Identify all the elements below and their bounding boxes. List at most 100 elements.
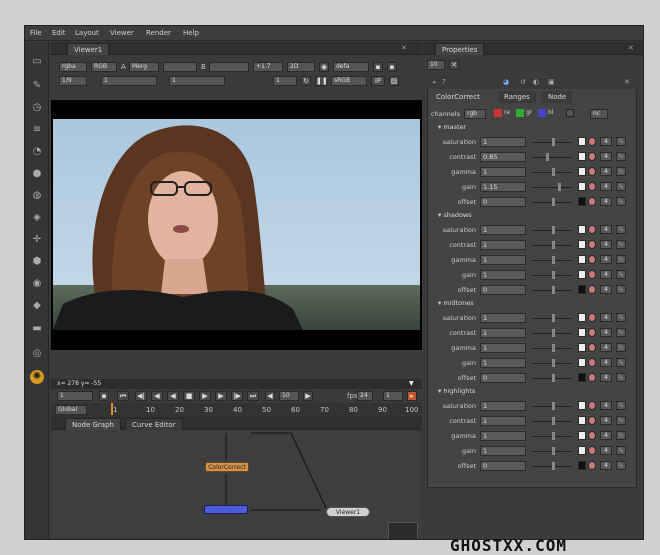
knob-value-field[interactable]: 1	[480, 446, 526, 456]
slider-handle[interactable]	[552, 241, 555, 249]
channel-split-button[interactable]: 4	[600, 225, 612, 234]
color-picker-icon[interactable]	[588, 167, 596, 176]
channel-split-button[interactable]: 4	[600, 285, 612, 294]
channel-split-button[interactable]: 4	[600, 182, 612, 191]
lock-icon[interactable]: ▪	[99, 391, 109, 401]
keyer-icon[interactable]: ◍	[30, 189, 44, 203]
channel-split-button[interactable]: 4	[600, 313, 612, 322]
animation-icon[interactable]: ∿	[616, 373, 626, 382]
color-picker-icon[interactable]	[588, 240, 596, 249]
slider-handle[interactable]	[552, 329, 555, 337]
animation-icon[interactable]: ∿	[616, 358, 626, 367]
animation-icon[interactable]: ∿	[616, 182, 626, 191]
knob-value-field[interactable]: 1	[480, 358, 526, 368]
channel-split-button[interactable]: 4	[600, 416, 612, 425]
color-swatch-icon[interactable]	[578, 401, 586, 410]
ip-button[interactable]: IP	[371, 76, 385, 86]
metadata-icon[interactable]: ◆	[30, 299, 44, 313]
color-picker-icon[interactable]	[588, 431, 596, 440]
animation-icon[interactable]: ∿	[616, 255, 626, 264]
color-swatch-icon[interactable]	[578, 240, 586, 249]
other-icon[interactable]: ▬	[30, 322, 44, 336]
section-midtones[interactable]: ▾ midtones	[438, 299, 474, 307]
color-picker-icon[interactable]	[588, 285, 596, 294]
stop-icon[interactable]: ■	[183, 391, 195, 401]
viewer-node[interactable]: Viewer1	[326, 507, 370, 517]
knob-value-field[interactable]: 1	[480, 167, 526, 177]
knob-value-field[interactable]: 0	[480, 461, 526, 471]
channels-select[interactable]: rgb	[464, 109, 486, 119]
color-picker-icon[interactable]	[588, 225, 596, 234]
input-blend-select[interactable]	[163, 62, 197, 72]
channel-split-button[interactable]: 4	[600, 152, 612, 161]
color-picker-icon[interactable]	[588, 446, 596, 455]
minimize-icon[interactable]: ◂	[432, 78, 436, 86]
section-highlights[interactable]: ▾ highlights	[438, 387, 475, 395]
end-frame-field[interactable]: 1	[383, 391, 403, 401]
color-swatch-icon[interactable]	[578, 167, 586, 176]
proxy-select[interactable]: 1/9	[59, 76, 87, 86]
channel-split-button[interactable]: 4	[600, 240, 612, 249]
lut-select[interactable]: defa	[333, 62, 369, 72]
section-shadows[interactable]: ▾ shadows	[438, 211, 472, 219]
chevron-down-icon[interactable]: ▼	[409, 379, 414, 389]
help-icon[interactable]: ?	[442, 78, 446, 86]
settings-icon[interactable]: ▪	[387, 62, 397, 72]
tab-colorcorrect[interactable]: ColorCorrect	[430, 91, 486, 103]
max-panels-field[interactable]: 10	[427, 60, 445, 70]
zoom-select[interactable]: +1.7	[253, 62, 283, 72]
play-icon[interactable]: ▶	[199, 391, 211, 401]
animation-icon[interactable]: ∿	[616, 240, 626, 249]
knob-slider[interactable]	[532, 187, 572, 188]
color-swatch-icon[interactable]	[578, 416, 586, 425]
channel-select[interactable]: rgba	[59, 62, 87, 72]
color-swatch-icon[interactable]	[578, 255, 586, 264]
prev-key-icon[interactable]: ◀|	[135, 391, 147, 401]
knob-value-field[interactable]: 1	[480, 343, 526, 353]
knob-value-field[interactable]: 1	[480, 416, 526, 426]
slider-handle[interactable]	[552, 271, 555, 279]
3d-icon[interactable]: ⬢	[30, 255, 44, 269]
color-swatch-icon[interactable]	[578, 225, 586, 234]
viewer-viewport[interactable]	[51, 100, 422, 350]
tab-viewer1[interactable]: Viewer1	[67, 43, 110, 55]
animation-icon[interactable]: ∿	[616, 167, 626, 176]
colorcorrect-node[interactable]: ColorCorrect	[205, 462, 249, 472]
channel-split-button[interactable]: 4	[600, 461, 612, 470]
colorspace-select[interactable]: sRGB	[331, 76, 367, 86]
color-picker-icon[interactable]	[588, 461, 596, 470]
menu-viewer[interactable]: Viewer	[110, 29, 134, 37]
channel-split-button[interactable]: 4	[600, 446, 612, 455]
wipe-icon[interactable]: ▨	[389, 76, 399, 86]
menu-layout[interactable]: Layout	[75, 29, 99, 37]
knob-value-field[interactable]: 1	[480, 137, 526, 147]
color-picker-icon[interactable]	[588, 137, 596, 146]
next-frame-icon[interactable]: ▶	[215, 391, 227, 401]
tab-ranges[interactable]: Ranges	[498, 91, 536, 103]
animation-icon[interactable]: ∿	[616, 313, 626, 322]
animation-icon[interactable]: ∿	[616, 401, 626, 410]
color-swatch-icon[interactable]	[578, 152, 586, 161]
slider-handle[interactable]	[552, 359, 555, 367]
color-swatch-icon[interactable]	[578, 431, 586, 440]
knob-value-field[interactable]: 0	[480, 285, 526, 295]
pause-icon[interactable]: ❚❚	[315, 76, 328, 86]
blue-channel-checkbox[interactable]	[538, 109, 546, 117]
furnace-icon[interactable]: ◎	[30, 347, 44, 361]
color-picker-icon[interactable]	[588, 373, 596, 382]
knob-value-field[interactable]: 0	[480, 197, 526, 207]
channel-split-button[interactable]: 4	[600, 358, 612, 367]
color-picker-icon[interactable]	[588, 328, 596, 337]
read-node[interactable]: Read1	[204, 505, 248, 514]
channel-split-button[interactable]: 4	[600, 197, 612, 206]
channel-split-button[interactable]: 4	[600, 328, 612, 337]
animation-icon[interactable]: ∿	[616, 285, 626, 294]
views-icon[interactable]: ◉	[30, 277, 44, 291]
gain-field[interactable]: 1	[101, 76, 157, 86]
animation-icon[interactable]: ∿	[616, 270, 626, 279]
color-swatch-icon[interactable]	[578, 197, 586, 206]
color-picker-icon[interactable]	[588, 152, 596, 161]
animation-icon[interactable]: ∿	[616, 152, 626, 161]
slider-handle[interactable]	[558, 183, 561, 191]
channel-split-button[interactable]: 4	[600, 167, 612, 176]
